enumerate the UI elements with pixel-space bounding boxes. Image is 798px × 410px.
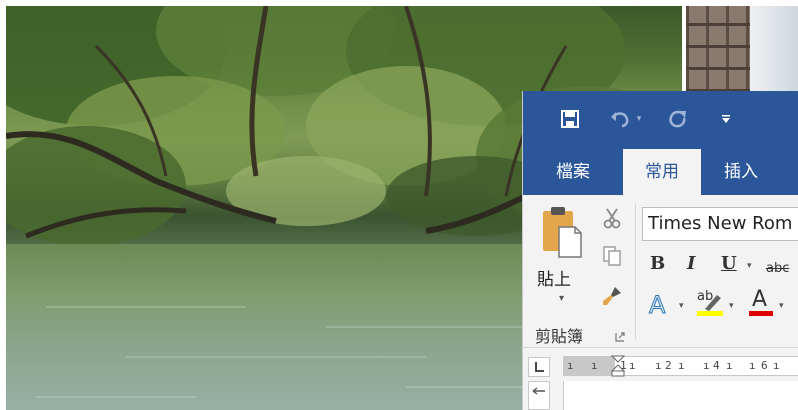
font-color-label: A — [752, 287, 768, 312]
undo-arrow-icon[interactable] — [607, 105, 633, 133]
ruler-tick: ı — [678, 359, 685, 372]
document-area — [523, 381, 798, 410]
highlight-color-bar — [697, 311, 723, 316]
copy-pages-icon[interactable] — [599, 243, 625, 269]
underline-dropdown-icon[interactable]: ▾ — [747, 261, 752, 271]
dropdown-caret-icon[interactable] — [719, 105, 733, 133]
underline-button[interactable]: U — [721, 253, 737, 274]
highlight-button[interactable]: ab — [695, 289, 725, 319]
ruler-tick: ı — [567, 359, 574, 372]
floppy-disk-icon[interactable] — [557, 105, 583, 133]
ruler-tick: ı — [591, 359, 598, 372]
ruler-mark-2: 2 — [665, 359, 672, 372]
tab-home[interactable]: 常用 — [623, 149, 701, 195]
ruler-tick: ı — [726, 359, 733, 372]
ruler-tick: ı — [773, 359, 780, 372]
text-effects-button[interactable]: A — [648, 291, 665, 320]
highlighter-pen-icon — [705, 295, 721, 311]
strikethrough-button[interactable]: abc — [766, 261, 789, 276]
italic-button[interactable]: I — [687, 253, 695, 274]
ruler-row: ı ı ı ı 2 ı ı 4 ı ı 6 ı 1 — [523, 354, 798, 377]
horizontal-ruler[interactable]: ı ı ı ı 2 ı ı 4 ı ı 6 ı 1 — [563, 355, 798, 377]
word-window: ▾ 檔案 常用 插入 貼上 ▾ 剪貼簿 Times New Rom B I U … — [523, 91, 798, 410]
paste-label[interactable]: 貼上 — [537, 265, 571, 290]
tab-file[interactable]: 檔案 — [541, 149, 605, 195]
tab-insert[interactable]: 插入 — [709, 149, 773, 195]
ruler-tick: ı — [629, 359, 636, 372]
group-divider — [635, 203, 636, 339]
redo-arrow-icon[interactable] — [665, 105, 691, 133]
ruler-mark-1: 1 — [620, 359, 627, 372]
ruler-mark-4: 4 — [713, 359, 720, 372]
clipboard-paste-icon[interactable] — [541, 205, 585, 261]
ruler-tick: ı — [655, 359, 662, 372]
document-page[interactable] — [563, 381, 798, 410]
font-color-dropdown-icon[interactable]: ▾ — [779, 301, 784, 311]
highlight-dropdown-icon[interactable]: ▾ — [729, 301, 734, 311]
font-color-bar — [749, 311, 773, 316]
ruler-tick: ı — [703, 359, 710, 372]
font-color-button[interactable]: A — [749, 287, 775, 319]
scissors-icon[interactable] — [599, 205, 625, 231]
building-photo — [686, 6, 798, 92]
ribbon-tabs: 檔案 常用 插入 — [523, 149, 798, 195]
ruler-tick: ı — [749, 359, 756, 372]
font-name-input[interactable]: Times New Rom — [642, 207, 798, 241]
bold-button[interactable]: B — [650, 253, 665, 274]
text-effects-dropdown-icon[interactable]: ▾ — [679, 301, 684, 311]
title-bar: ▾ — [523, 91, 798, 149]
dialog-launcher-icon[interactable] — [615, 327, 625, 342]
undo-dropdown-icon[interactable]: ▾ — [633, 105, 645, 133]
clipboard-group-label: 剪貼簿 — [535, 327, 584, 346]
paintbrush-icon[interactable] — [599, 283, 625, 309]
tab-stop-icon[interactable] — [528, 357, 550, 377]
ruler-mark-6: 6 — [761, 359, 768, 372]
ribbon-home: 貼上 ▾ 剪貼簿 Times New Rom B I U ▾ abc A ▾ a… — [523, 195, 798, 348]
vertical-ruler[interactable] — [528, 381, 550, 410]
paste-dropdown-icon[interactable]: ▾ — [559, 293, 564, 304]
